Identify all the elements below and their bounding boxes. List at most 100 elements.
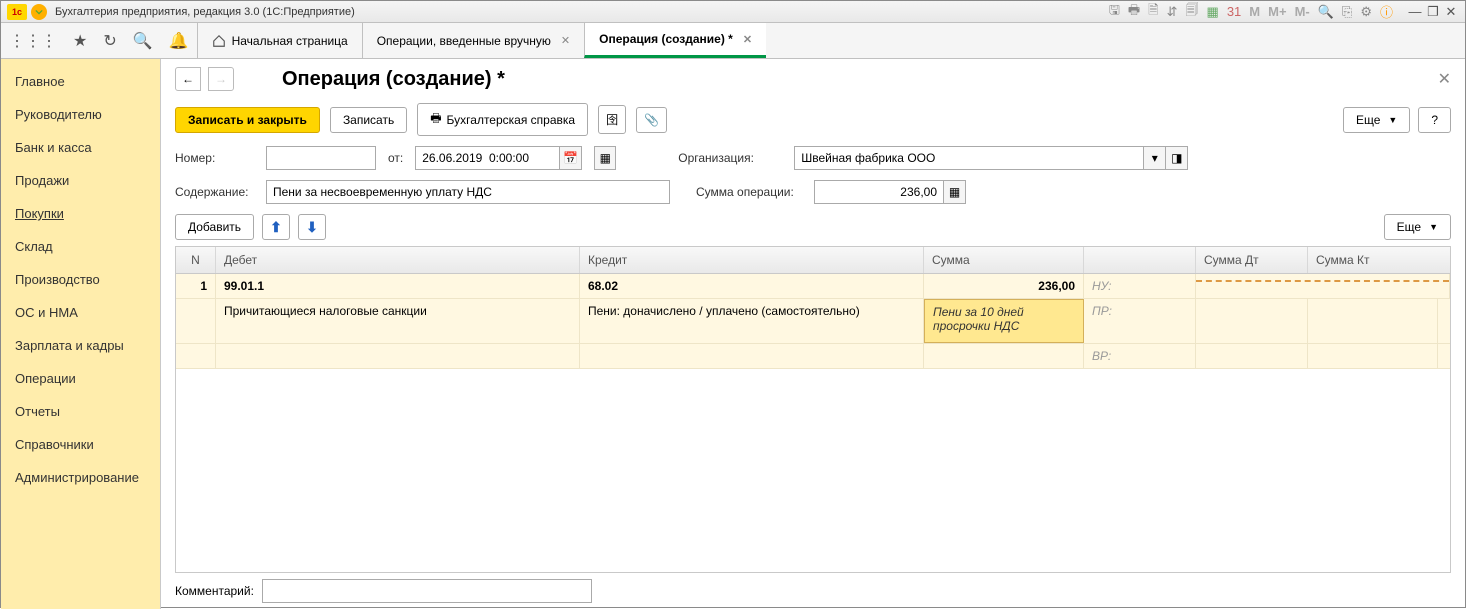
sidebar-item-warehouse[interactable]: Склад xyxy=(1,230,160,263)
report-label: Бухгалтерская справка xyxy=(447,113,576,127)
close-icon[interactable]: ✕ xyxy=(1443,5,1459,19)
settings-icon[interactable]: ⚙ xyxy=(1358,4,1374,20)
cell-skt[interactable] xyxy=(1308,299,1438,343)
chevron-down-icon: ▼ xyxy=(1388,115,1397,125)
more-button[interactable]: Еще▼ xyxy=(1343,107,1410,133)
cell-sum[interactable]: 236,00 xyxy=(924,274,1084,298)
cell-debit-acct[interactable]: 99.01.1 xyxy=(216,274,580,298)
tab-close-icon[interactable]: ✕ xyxy=(561,34,570,47)
tab-home-label: Начальная страница xyxy=(232,34,348,48)
table-more-button[interactable]: Еще▼ xyxy=(1384,214,1451,240)
compare-icon[interactable]: ⇵ xyxy=(1165,4,1180,20)
cell-dash xyxy=(1196,274,1450,298)
title-bar: 1c Бухгалтерия предприятия, редакция 3.0… xyxy=(1,1,1465,23)
zoom-icon[interactable]: 🔍 xyxy=(1316,4,1336,20)
col-debit[interactable]: Дебет xyxy=(216,247,580,273)
sidebar-item-reports[interactable]: Отчеты xyxy=(1,395,160,428)
restore-icon[interactable]: ❐ xyxy=(1425,5,1441,19)
date-input[interactable] xyxy=(415,146,560,170)
sidebar-item-hr[interactable]: Зарплата и кадры xyxy=(1,329,160,362)
table-row[interactable]: ВР: xyxy=(176,344,1450,369)
nav-forward-button[interactable]: → xyxy=(208,67,234,91)
sidebar-item-catalogs[interactable]: Справочники xyxy=(1,428,160,461)
tab-label: Операции, введенные вручную xyxy=(377,34,551,48)
accounting-report-button[interactable]: 🖶 Бухгалтерская справка xyxy=(417,103,588,136)
nav-back-button[interactable]: ← xyxy=(175,67,201,91)
sidebar-item-admin[interactable]: Администрирование xyxy=(1,461,160,494)
tab-close-icon[interactable]: ✕ xyxy=(743,33,752,46)
move-down-button[interactable]: ⬇ xyxy=(298,214,326,240)
sidebar-item-purchases[interactable]: Покупки xyxy=(1,197,160,230)
print-icon[interactable]: 🖶 xyxy=(1126,1,1142,23)
opsum-input[interactable] xyxy=(814,180,944,204)
tab-operations-list[interactable]: Операции, введенные вручную ✕ xyxy=(362,23,584,58)
org-label: Организация: xyxy=(678,151,788,165)
page-title: Операция (создание) * xyxy=(282,68,505,91)
col-sum-dt[interactable]: Сумма Дт xyxy=(1196,247,1308,273)
org-input[interactable] xyxy=(794,146,1144,170)
table-row[interactable]: Причитающиеся налоговые санкции Пени: до… xyxy=(176,299,1450,344)
calendar-icon[interactable]: 31 xyxy=(1225,4,1243,19)
info-icon[interactable]: ⓘ xyxy=(1378,2,1395,21)
move-up-button[interactable]: ⬆ xyxy=(262,214,290,240)
sidebar-item-assets[interactable]: ОС и НМА xyxy=(1,296,160,329)
sidebar-item-manager[interactable]: Руководителю xyxy=(1,98,160,131)
title-toolbar: 🖫 🖶 🗎 ⇵ 🗐 ▦ 31 M M+ M- 🔍 ⎘ ⚙ ⓘ — ❐ ✕ xyxy=(1107,1,1459,23)
entries-table: N Дебет Кредит Сумма Сумма Дт Сумма Кт 1… xyxy=(175,246,1451,573)
org-dropdown-icon[interactable]: ▾ xyxy=(1144,146,1166,170)
copy-icon[interactable]: 🗐 xyxy=(1184,1,1201,23)
calculator-icon[interactable]: ▦ xyxy=(1205,4,1221,20)
tab-label: Операция (создание) * xyxy=(599,32,733,46)
mplus-label[interactable]: M+ xyxy=(1266,4,1288,19)
link-icon[interactable]: ⎘ xyxy=(1340,4,1354,20)
save-and-close-button[interactable]: Записать и закрыть xyxy=(175,107,320,133)
sidebar-item-bank[interactable]: Банк и касса xyxy=(1,131,160,164)
sidebar-item-sales[interactable]: Продажи xyxy=(1,164,160,197)
cell-n: 1 xyxy=(176,274,216,298)
sidebar-item-production[interactable]: Производство xyxy=(1,263,160,296)
col-sum[interactable]: Сумма xyxy=(924,247,1084,273)
app-menu-dropdown[interactable] xyxy=(31,4,47,20)
link-type-button[interactable]: 囹 xyxy=(598,105,626,134)
cell-sdt[interactable] xyxy=(1196,299,1308,343)
col-credit[interactable]: Кредит xyxy=(580,247,924,273)
content-input[interactable] xyxy=(266,180,670,204)
help-button[interactable]: ? xyxy=(1418,107,1451,133)
apps-icon[interactable]: ⋮⋮⋮ xyxy=(9,31,57,51)
col-sum-kt[interactable]: Сумма Кт xyxy=(1308,247,1438,273)
add-row-button[interactable]: Добавить xyxy=(175,214,254,240)
bell-icon[interactable]: 🔔 xyxy=(169,31,189,51)
content-area: ← → Операция (создание) * ✕ Записать и з… xyxy=(161,59,1465,609)
history-icon[interactable]: ↻ xyxy=(103,31,116,51)
cell-credit-acct[interactable]: 68.02 xyxy=(580,274,924,298)
cell-credit-sub[interactable]: Пени: доначислено / уплачено (самостояте… xyxy=(580,299,924,343)
save-button[interactable]: Записать xyxy=(330,107,407,133)
search-icon[interactable]: 🔍 xyxy=(133,31,153,51)
comment-input[interactable] xyxy=(262,579,592,603)
sidebar-item-main[interactable]: Главное xyxy=(1,65,160,98)
star-icon[interactable]: ★ xyxy=(73,31,87,51)
page-close-icon[interactable]: ✕ xyxy=(1438,69,1451,89)
vr-label: ВР: xyxy=(1092,349,1111,363)
cell-debit-sub[interactable]: Причитающиеся налоговые санкции xyxy=(216,299,580,343)
table-header: N Дебет Кредит Сумма Сумма Дт Сумма Кт xyxy=(176,247,1450,274)
tab-home[interactable]: Начальная страница xyxy=(197,23,362,58)
col-n: N xyxy=(176,247,216,273)
number-input[interactable] xyxy=(266,146,376,170)
calc-icon[interactable]: ▦ xyxy=(944,180,966,204)
date-extra-button[interactable]: ▦ xyxy=(594,146,616,170)
calendar-picker-icon[interactable]: 📅 xyxy=(560,146,582,170)
sidebar-item-operations[interactable]: Операции xyxy=(1,362,160,395)
home-icon xyxy=(212,34,226,48)
sidebar: Главное Руководителю Банк и касса Продаж… xyxy=(1,59,161,609)
cell-sum-edit[interactable]: Пени за 10 дней просрочки НДС xyxy=(924,299,1084,343)
org-open-icon[interactable]: ◨ xyxy=(1166,146,1188,170)
mminus-label[interactable]: M- xyxy=(1293,4,1312,19)
tab-operation-create[interactable]: Операция (создание) * ✕ xyxy=(584,23,766,58)
m-label[interactable]: M xyxy=(1247,4,1262,19)
attachment-button[interactable]: 📎 xyxy=(636,107,667,133)
minimize-icon[interactable]: — xyxy=(1407,5,1423,19)
preview-icon[interactable]: 🗎 xyxy=(1146,1,1160,23)
table-row[interactable]: 1 99.01.1 68.02 236,00 НУ: xyxy=(176,274,1450,299)
save-icon[interactable]: 🖫 xyxy=(1107,1,1122,23)
